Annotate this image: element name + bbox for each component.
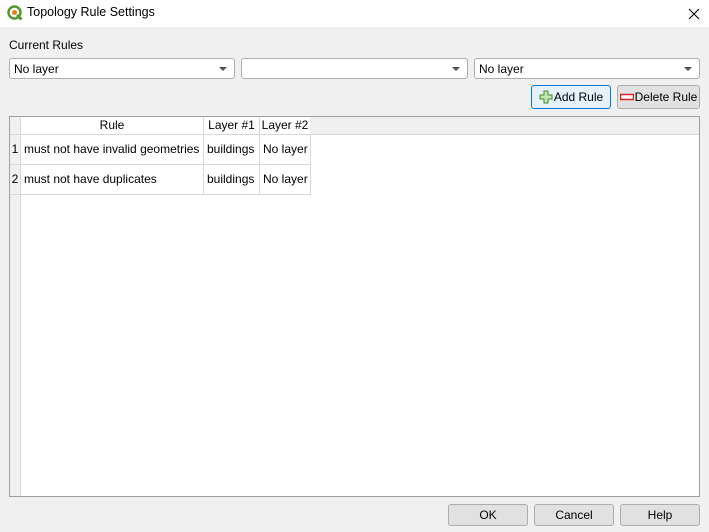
table-cell-layer1[interactable]: buildings <box>204 165 260 195</box>
qgis-logo-icon <box>7 5 23 21</box>
ok-button[interactable]: OK <box>448 504 528 526</box>
table-cell-layer2[interactable]: No layer <box>260 135 311 165</box>
table-cell-rule[interactable]: must not have duplicates <box>21 165 204 195</box>
header-filler <box>310 117 699 135</box>
row-header[interactable]: 2 <box>10 165 21 195</box>
title-bar: Topology Rule Settings <box>0 0 709 27</box>
table-cell-layer2[interactable]: No layer <box>260 165 311 195</box>
layer1-combo-value: No layer <box>14 62 59 76</box>
table-cell-rule[interactable]: must not have invalid geometries <box>21 135 204 165</box>
delete-rule-label: Delete Rule <box>634 90 698 104</box>
chevron-down-icon <box>684 67 692 71</box>
chevron-down-icon <box>219 67 227 71</box>
rules-table[interactable]: Rule Layer #1 Layer #2 1 must not have i… <box>9 116 700 497</box>
table-cell-layer1[interactable]: buildings <box>204 135 260 165</box>
row-header[interactable]: 1 <box>10 135 21 165</box>
layer2-combo-value: No layer <box>479 62 524 76</box>
add-rule-label: Add Rule <box>553 90 604 104</box>
help-button[interactable]: Help <box>620 504 700 526</box>
column-header-layer2[interactable]: Layer #2 <box>260 117 311 135</box>
current-rules-label: Current Rules <box>9 38 84 52</box>
column-header-rule[interactable]: Rule <box>21 117 204 135</box>
table-corner <box>10 117 21 135</box>
rule-type-combo[interactable] <box>241 58 468 79</box>
column-header-layer1[interactable]: Layer #1 <box>204 117 260 135</box>
add-plus-icon <box>539 90 553 104</box>
cancel-button[interactable]: Cancel <box>534 504 614 526</box>
close-icon <box>688 8 700 19</box>
close-button[interactable] <box>679 0 709 27</box>
layer1-combo[interactable]: No layer <box>9 58 235 79</box>
delete-rule-button[interactable]: Delete Rule <box>617 85 700 109</box>
layer2-combo[interactable]: No layer <box>474 58 700 79</box>
window-title: Topology Rule Settings <box>27 5 155 19</box>
chevron-down-icon <box>452 67 460 71</box>
remove-minus-icon <box>619 93 634 101</box>
add-rule-button[interactable]: Add Rule <box>531 85 611 109</box>
